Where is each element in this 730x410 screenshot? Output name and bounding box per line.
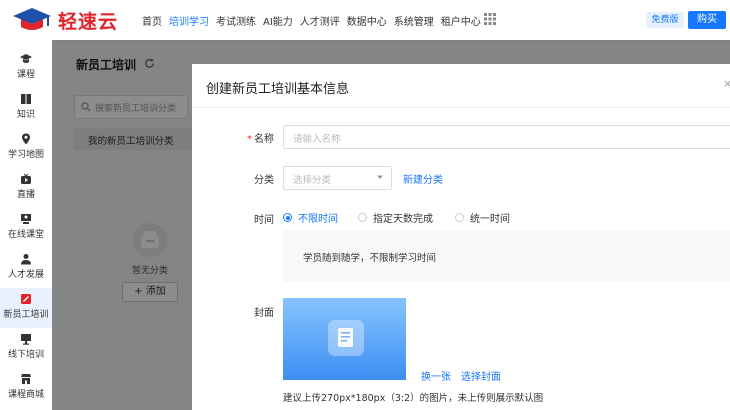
new-category-link[interactable]: 新建分类 xyxy=(403,171,443,186)
nav-item-home[interactable]: 首页 xyxy=(142,13,162,28)
cover-hint: 建议上传270px*180px（3:2）的图片，未上传则展示默认图 xyxy=(283,393,544,404)
time-option-label: 指定天数完成 xyxy=(373,214,433,225)
time-description-box: 学员随到随学，不限制学习时间 xyxy=(283,230,730,282)
category-select[interactable]: 选择分类 xyxy=(283,166,392,190)
sidebar-item-store[interactable]: 课程商城 xyxy=(0,368,52,408)
sidebar-item-learning-map[interactable]: 学习地图 xyxy=(0,128,52,168)
cover-image[interactable] xyxy=(283,298,406,380)
sidebar-item-course[interactable]: 课程 xyxy=(0,48,52,88)
time-option-days[interactable]: 指定天数完成 xyxy=(358,210,433,225)
divider xyxy=(192,107,730,108)
select-cover-link[interactable]: 选择封面 xyxy=(461,368,501,383)
name-input[interactable]: 请输入名称 xyxy=(283,125,730,149)
sidebar: 课程 知识 学习地图 直播 在线课堂 人才发展 新员工培训 线下培训 课程商城 xyxy=(0,40,53,410)
nav-item-assessment[interactable]: 人才测评 xyxy=(300,13,340,28)
name-label: * 名称 xyxy=(247,130,274,145)
graduation-cap-icon xyxy=(20,54,32,63)
create-training-modal: 创建新员工培训基本信息 × * 名称 请输入名称 分类 选择分类 新建分类 时间 … xyxy=(192,64,730,410)
sidebar-item-label: 线下培训 xyxy=(7,350,44,360)
top-bar: 轻速云 首页 培训学习 考试测练 AI能力 人才测评 数据中心 系统管理 租户中… xyxy=(0,0,730,41)
sidebar-item-label: 知识 xyxy=(16,110,35,120)
sidebar-item-online-class[interactable]: 在线课堂 xyxy=(0,208,52,248)
sidebar-item-label: 新员工培训 xyxy=(3,310,49,320)
talent-icon xyxy=(21,254,31,265)
name-placeholder: 请输入名称 xyxy=(293,134,341,145)
book-icon xyxy=(21,94,31,104)
free-edition-button[interactable]: 免费版 xyxy=(646,12,684,28)
classroom-icon xyxy=(21,214,31,224)
nav-item-exam[interactable]: 考试测练 xyxy=(216,13,256,28)
time-option-label: 统一时间 xyxy=(470,214,510,225)
sidebar-item-label: 直播 xyxy=(16,190,35,200)
offline-icon xyxy=(21,334,31,345)
sidebar-item-label: 课程商城 xyxy=(7,390,44,400)
category-placeholder: 选择分类 xyxy=(293,175,332,186)
new-employee-icon xyxy=(21,294,31,304)
category-label: 分类 xyxy=(254,175,274,186)
main-nav: 首页 培训学习 考试测练 AI能力 人才测评 数据中心 系统管理 租户中心 xyxy=(142,13,488,28)
nav-item-training[interactable]: 培训学习 xyxy=(169,13,209,28)
sidebar-item-live[interactable]: 直播 xyxy=(0,168,52,208)
time-description: 学员随到随学，不限制学习时间 xyxy=(303,253,437,264)
time-option-label: 不限时间 xyxy=(298,214,338,225)
radio-dot xyxy=(358,213,367,222)
buy-button[interactable]: 购买 xyxy=(688,11,726,29)
sidebar-item-label: 学习地图 xyxy=(7,150,44,160)
map-pin-icon xyxy=(22,133,30,145)
nav-item-system[interactable]: 系统管理 xyxy=(394,13,434,28)
radio-dot xyxy=(455,213,464,222)
change-cover-link[interactable]: 换一张 xyxy=(421,368,451,383)
cover-label: 封面 xyxy=(254,308,274,319)
sidebar-item-new-employee[interactable]: 新员工培训 xyxy=(0,288,52,328)
sidebar-item-label: 在线课堂 xyxy=(7,230,44,240)
caret-down-icon xyxy=(377,175,383,179)
live-icon xyxy=(21,173,31,184)
name-label-text: 名称 xyxy=(254,134,274,145)
time-option-unified[interactable]: 统一时间 xyxy=(455,210,510,225)
logo-cap-icon xyxy=(13,8,51,30)
time-label: 时间 xyxy=(254,215,274,226)
apps-grid-icon[interactable] xyxy=(484,13,496,25)
nav-item-data[interactable]: 数据中心 xyxy=(347,13,387,28)
store-icon xyxy=(21,374,31,384)
logo[interactable]: 轻速云 xyxy=(12,6,118,34)
modal-title: 创建新员工培训基本信息 xyxy=(206,82,350,97)
required-mark: * xyxy=(247,134,252,145)
sidebar-item-label: 人才发展 xyxy=(7,270,44,280)
logo-text: 轻速云 xyxy=(58,10,119,33)
time-option-unlimited[interactable]: 不限时间 xyxy=(283,210,338,225)
sidebar-item-label: 课程 xyxy=(16,70,35,80)
nav-item-ai[interactable]: AI能力 xyxy=(263,13,293,28)
sidebar-item-knowledge[interactable]: 知识 xyxy=(0,88,52,128)
close-icon[interactable]: × xyxy=(723,77,730,90)
sidebar-item-offline[interactable]: 线下培训 xyxy=(0,328,52,368)
sidebar-item-talent[interactable]: 人才发展 xyxy=(0,248,52,288)
nav-item-tenant[interactable]: 租户中心 xyxy=(441,13,481,28)
radio-dot xyxy=(283,213,292,222)
cover-placeholder-icon xyxy=(328,320,364,356)
